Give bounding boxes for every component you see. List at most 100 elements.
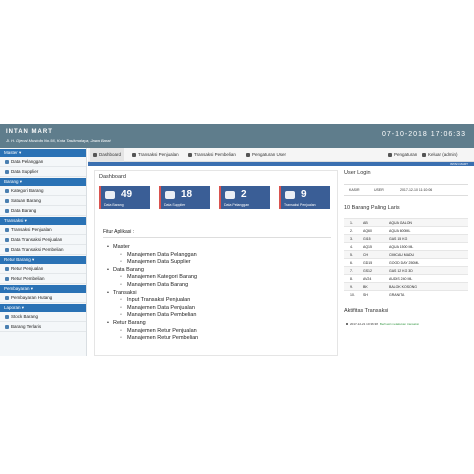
sidebar: Master ▾ Data Pelanggan Data Supplier Baran…: [0, 148, 87, 356]
gear-icon: [388, 153, 392, 157]
sidebar-item[interactable]: Data Barang: [0, 206, 86, 216]
sidebar-item-label: Satuan Barang: [11, 197, 42, 203]
menu-icon: [5, 237, 9, 242]
fitur-item: Manajemen Retur Pembelian: [107, 335, 198, 343]
table-row: 5. CH CIMCAU MADU: [344, 250, 468, 258]
activity-time: 2017-12-21 10:36:38: [350, 322, 378, 326]
dashboard-panel: Dashboard 49 Data Barang 18 Data Supplie…: [94, 170, 338, 356]
strip-label: INTAN MART: [449, 162, 468, 166]
stat-data-pelanggan[interactable]: 2 Data Pelanggan: [219, 186, 270, 209]
nav-transaksi-pembelian-label: Transaksi Pembelian: [194, 152, 236, 157]
stat-transaksi-penjualan[interactable]: 9 Transaksi Penjualan: [279, 186, 330, 209]
menu-icon: [5, 314, 9, 319]
nav-pengaturan[interactable]: Pengaturan: [388, 148, 417, 162]
table-cell-name: BALOK KOSONG: [389, 285, 418, 289]
fitur-item: Transaksi: [107, 290, 198, 298]
menu-icon: [5, 198, 9, 203]
sidebar-item[interactable]: Barang Terlaris: [0, 322, 86, 332]
table-row: 3. GI15 GAS 15 KG: [344, 234, 468, 242]
table-cell-code: BK: [363, 285, 368, 289]
fitur-item: Master: [107, 244, 198, 252]
table-cell-name: GAS 12 KG 3D: [389, 269, 413, 273]
top-items-table: 1. AB AQUA GALON 2. AQ60 AQUA 600ML 3. GI15 GAS …: [344, 218, 468, 298]
stat-data-supplier[interactable]: 18 Data Supplier: [159, 186, 210, 209]
table-cell-code: AQ15: [363, 245, 372, 249]
nav-dashboard-label: Dashboard: [99, 152, 122, 157]
menu-icon: [5, 159, 9, 164]
sidebar-item-label: Barang Terlaris: [11, 323, 42, 329]
activity-title: Aktifitas Transaksi: [344, 308, 389, 314]
top-navbar: Dashboard Transaksi Penjualan Transaksi …: [88, 148, 474, 162]
nav-transaksi-pembelian[interactable]: Transaksi Pembelian: [188, 148, 236, 162]
login-time: 2017-12-10 11:10:06: [400, 188, 433, 192]
stat-value: 2: [241, 189, 247, 200]
app-address: Jl. H. Djenal Mustofa No.56, Kota Tasikm…: [6, 138, 111, 143]
sidebar-item-label: Pembayaran Hutang: [11, 294, 53, 300]
fitur-item: Manajemen Data Pelanggan: [107, 252, 198, 260]
fitur-item: Manajemen Data Penjualan: [107, 305, 198, 313]
users-icon: [225, 191, 235, 199]
table-cell-code: AV24: [363, 277, 372, 281]
sidebar-item-label: Stock Barang: [11, 313, 39, 319]
sidebar-item[interactable]: Transaksi Penjualan: [0, 225, 86, 235]
table-cell-name: AUDIS 240 ML: [389, 277, 413, 281]
logout-icon: [422, 153, 426, 157]
menu-icon: [5, 276, 9, 281]
nav-dashboard[interactable]: Dashboard: [90, 148, 125, 162]
nav-keluar[interactable]: Keluar (admin): [422, 148, 458, 162]
basket-icon: [188, 153, 192, 157]
cart-icon: [132, 153, 136, 157]
login-username: USER: [374, 188, 384, 192]
menu-icon: [5, 324, 9, 329]
table-row: 4. AQ15 AQUA 1500 ML: [344, 242, 468, 250]
fitur-item: Input Transaksi Penjualan: [107, 297, 198, 305]
table-cell-code: AB: [363, 221, 368, 225]
sidebar-item[interactable]: Retur Pembelian: [0, 274, 86, 284]
nav-pengaturan-label: Pengaturan: [394, 152, 418, 157]
fitur-item: Manajemen Data Supplier: [107, 259, 198, 267]
sidebar-item[interactable]: Kategori Barang: [0, 186, 86, 196]
header-bar: INTAN MART Jl. H. Djenal Mustofa No.56, …: [0, 124, 474, 148]
sidebar-item[interactable]: Data Transaksi Penjualan: [0, 235, 86, 245]
sidebar-item[interactable]: Data Supplier: [0, 167, 86, 177]
fitur-item: Manajemen Kategori Barang: [107, 274, 198, 282]
table-row: 6. GD15 GOOD DAY 250ML: [344, 258, 468, 266]
menu-icon: [5, 188, 9, 193]
clock: 07-10-2018 17:06:33: [382, 131, 466, 138]
nav-transaksi-penjualan[interactable]: Transaksi Penjualan: [132, 148, 179, 162]
nav-transaksi-penjualan-label: Transaksi Penjualan: [138, 152, 179, 157]
table-cell-name: GRANITA: [389, 293, 405, 297]
stat-label: Data Barang: [104, 203, 124, 207]
sidebar-item[interactable]: Data Pelanggan: [0, 157, 86, 167]
table-row: 2. AQ60 AQUA 600ML: [344, 226, 468, 234]
user-icon: [246, 153, 250, 157]
table-cell-no: 5.: [350, 253, 353, 257]
table-cell-code: CH: [363, 253, 369, 257]
nav-pengaturan-user[interactable]: Pengaturan User: [246, 148, 286, 162]
sidebar-item-label: Transaksi Penjualan: [11, 226, 52, 232]
sidebar-item[interactable]: Stock Barang: [0, 312, 86, 322]
sidebar-item[interactable]: Data Transaksi Pembelian: [0, 245, 86, 255]
sidebar-item[interactable]: Satuan Barang: [0, 196, 86, 206]
stat-value: 18: [181, 189, 193, 200]
sidebar-item[interactable]: Pembayaran Hutang: [0, 293, 86, 303]
menu-icon: [5, 295, 9, 300]
nav-keluar-label: Keluar (admin): [428, 152, 458, 157]
table-cell-name: AQUA 600ML: [389, 229, 411, 233]
menu-icon: [5, 169, 9, 174]
sidebar-item-label: Data Transaksi Penjualan: [11, 236, 63, 242]
table-cell-no: 7.: [350, 269, 353, 273]
breadcrumb-strip: INTAN MART: [88, 162, 474, 166]
menu-icon: [5, 247, 9, 252]
sidebar-item-label: Data Barang: [11, 207, 37, 213]
table-cell-code: GI15: [363, 237, 371, 241]
bullet-icon: [346, 323, 348, 325]
table-cell-no: 3.: [350, 237, 353, 241]
fitur-item: Manajemen Data Pembelian: [107, 312, 198, 320]
stat-data-barang[interactable]: 49 Data Barang: [99, 186, 150, 209]
stat-label: Transaksi Penjualan: [284, 203, 316, 207]
activity-row: 2017-12-21 10:36:38 Berhasil melakukan t…: [344, 322, 468, 326]
stat-label: Data Supplier: [164, 203, 186, 207]
sidebar-item[interactable]: Retur Penjualan: [0, 264, 86, 274]
sidebar-item-label: Kategori Barang: [11, 187, 44, 193]
